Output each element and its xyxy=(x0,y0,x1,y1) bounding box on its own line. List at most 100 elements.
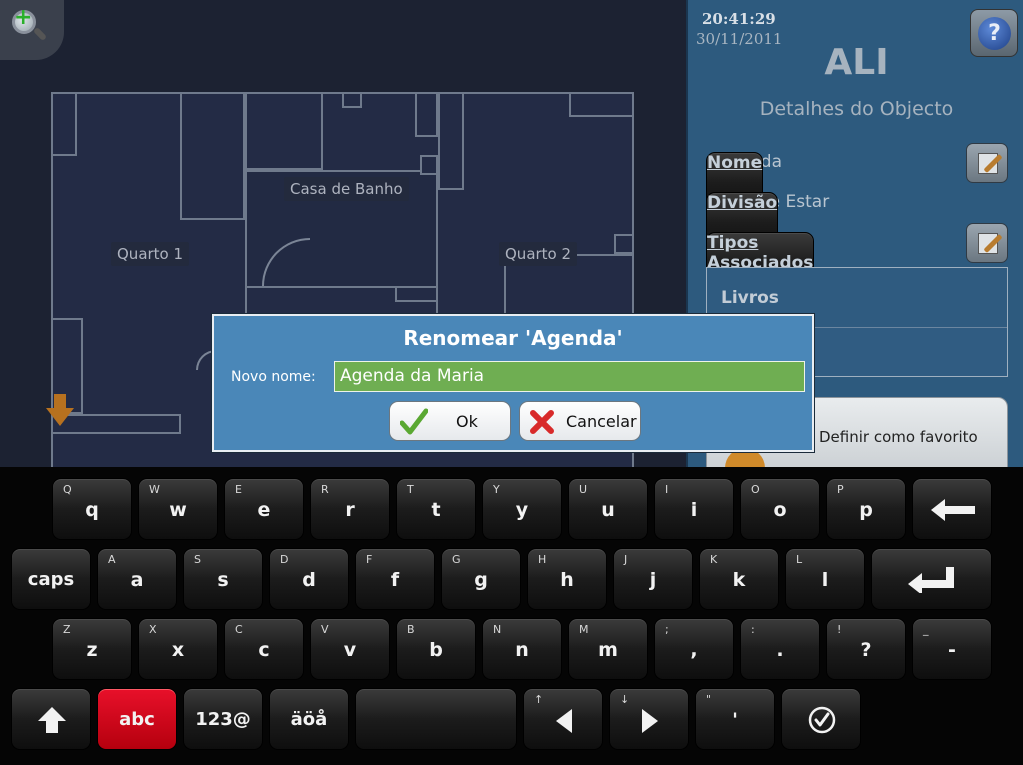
cursor-left-key[interactable]: ↑ xyxy=(523,688,603,750)
furniture-block xyxy=(245,92,323,170)
key-label: caps xyxy=(27,569,75,590)
key-label: abc xyxy=(119,709,155,730)
backspace-key[interactable] xyxy=(912,478,992,540)
key-secondary: S xyxy=(194,553,201,566)
key-label: 123@ xyxy=(195,709,251,730)
key-c[interactable]: Cc xyxy=(224,618,304,680)
close-icon xyxy=(530,410,554,434)
key-w[interactable]: Ww xyxy=(138,478,218,540)
key-a[interactable]: Aa xyxy=(97,548,177,610)
key-secondary: C xyxy=(235,623,243,636)
object-title: ALI xyxy=(824,42,889,83)
division-property: Divisão: Sala de Estar xyxy=(706,192,829,254)
key-secondary: ↓ xyxy=(620,693,630,706)
edit-types-button[interactable] xyxy=(966,223,1008,263)
room-label-bedroom-1[interactable]: Quarto 1 xyxy=(111,242,190,266)
cancel-button[interactable]: Cancelar xyxy=(519,401,641,441)
shift-key[interactable] xyxy=(11,688,91,750)
key-label: i xyxy=(690,499,698,521)
enter-key[interactable] xyxy=(871,548,992,610)
key-label: p xyxy=(859,499,873,521)
location-arrow-icon[interactable] xyxy=(46,394,74,428)
key-secondary: I xyxy=(665,483,669,496)
key-label: q xyxy=(85,499,99,521)
cursor-right-key[interactable]: ↓ xyxy=(609,688,689,750)
new-name-input[interactable]: Agenda da Maria xyxy=(334,361,805,392)
shift-arrow-icon xyxy=(38,707,66,733)
space-key[interactable] xyxy=(355,688,517,750)
key-period[interactable]: :. xyxy=(740,618,820,680)
key-secondary: ! xyxy=(837,623,842,636)
key-f[interactable]: Ff xyxy=(355,548,435,610)
key-m[interactable]: Mm xyxy=(568,618,648,680)
edit-name-button[interactable] xyxy=(966,143,1008,183)
key-label: s xyxy=(217,569,229,591)
key-secondary: O xyxy=(751,483,760,496)
key-t[interactable]: Tt xyxy=(396,478,476,540)
key-secondary: T xyxy=(407,483,414,496)
key-secondary: V xyxy=(321,623,329,636)
ok-label: Ok xyxy=(456,412,478,431)
key-label: e xyxy=(257,499,271,521)
key-label: b xyxy=(429,639,443,661)
key-secondary: J xyxy=(624,553,628,566)
clock-time: 20:41:29 xyxy=(702,10,776,28)
key-question[interactable]: !? xyxy=(826,618,906,680)
key-b[interactable]: Bb xyxy=(396,618,476,680)
key-label: x xyxy=(171,639,185,661)
plus-icon: + xyxy=(14,5,33,30)
key-secondary: P xyxy=(837,483,844,496)
key-j[interactable]: Jj xyxy=(613,548,693,610)
key-y[interactable]: Yy xyxy=(482,478,562,540)
key-o[interactable]: Oo xyxy=(740,478,820,540)
key-hyphen[interactable]: _ - xyxy=(912,618,992,680)
key-label: l xyxy=(821,569,829,591)
arrow-left-icon xyxy=(556,709,572,733)
key-v[interactable]: Vv xyxy=(310,618,390,680)
key-secondary: Q xyxy=(63,483,72,496)
key-x[interactable]: Xx xyxy=(138,618,218,680)
room-label-bedroom-2[interactable]: Quarto 2 xyxy=(499,242,578,266)
numeric-mode-key[interactable]: 123@ xyxy=(183,688,263,750)
key-p[interactable]: Pp xyxy=(826,478,906,540)
key-n[interactable]: Nn xyxy=(482,618,562,680)
special-chars-key[interactable]: äöå xyxy=(269,688,349,750)
key-secondary: W xyxy=(149,483,160,496)
key-apostrophe[interactable]: " ' xyxy=(695,688,775,750)
ok-button[interactable]: Ok xyxy=(389,401,511,441)
key-k[interactable]: Kk xyxy=(699,548,779,610)
key-e[interactable]: Ee xyxy=(224,478,304,540)
key-r[interactable]: Rr xyxy=(310,478,390,540)
key-secondary: F xyxy=(366,553,373,566)
furniture-block xyxy=(569,92,634,117)
furniture-block xyxy=(51,92,77,156)
key-label: y xyxy=(515,499,529,521)
backspace-icon xyxy=(931,499,975,521)
key-label: äöå xyxy=(290,709,328,730)
key-comma[interactable]: ;, xyxy=(654,618,734,680)
key-l[interactable]: Ll xyxy=(785,548,865,610)
key-label: r xyxy=(345,499,355,521)
key-i[interactable]: Ii xyxy=(654,478,734,540)
key-s[interactable]: Ss xyxy=(183,548,263,610)
abc-mode-key[interactable]: abc xyxy=(97,688,177,750)
key-label: . xyxy=(776,639,784,661)
furniture-block xyxy=(415,92,438,137)
key-h[interactable]: Hh xyxy=(527,548,607,610)
caps-key[interactable]: caps xyxy=(11,548,91,610)
key-label: w xyxy=(169,499,187,521)
done-key[interactable] xyxy=(781,688,861,750)
key-z[interactable]: Zz xyxy=(52,618,132,680)
furniture-block xyxy=(614,234,634,254)
key-label: c xyxy=(258,639,270,661)
key-q[interactable]: Qq xyxy=(52,478,132,540)
key-secondary: Z xyxy=(63,623,71,636)
key-label: m xyxy=(598,639,618,661)
furniture-block xyxy=(342,92,362,108)
room-label-bathroom[interactable]: Casa de Banho xyxy=(284,177,409,201)
key-d[interactable]: Dd xyxy=(269,548,349,610)
key-u[interactable]: Uu xyxy=(568,478,648,540)
zoom-in-button[interactable]: + xyxy=(0,0,64,60)
key-g[interactable]: Gg xyxy=(441,548,521,610)
key-label: f xyxy=(390,569,400,591)
